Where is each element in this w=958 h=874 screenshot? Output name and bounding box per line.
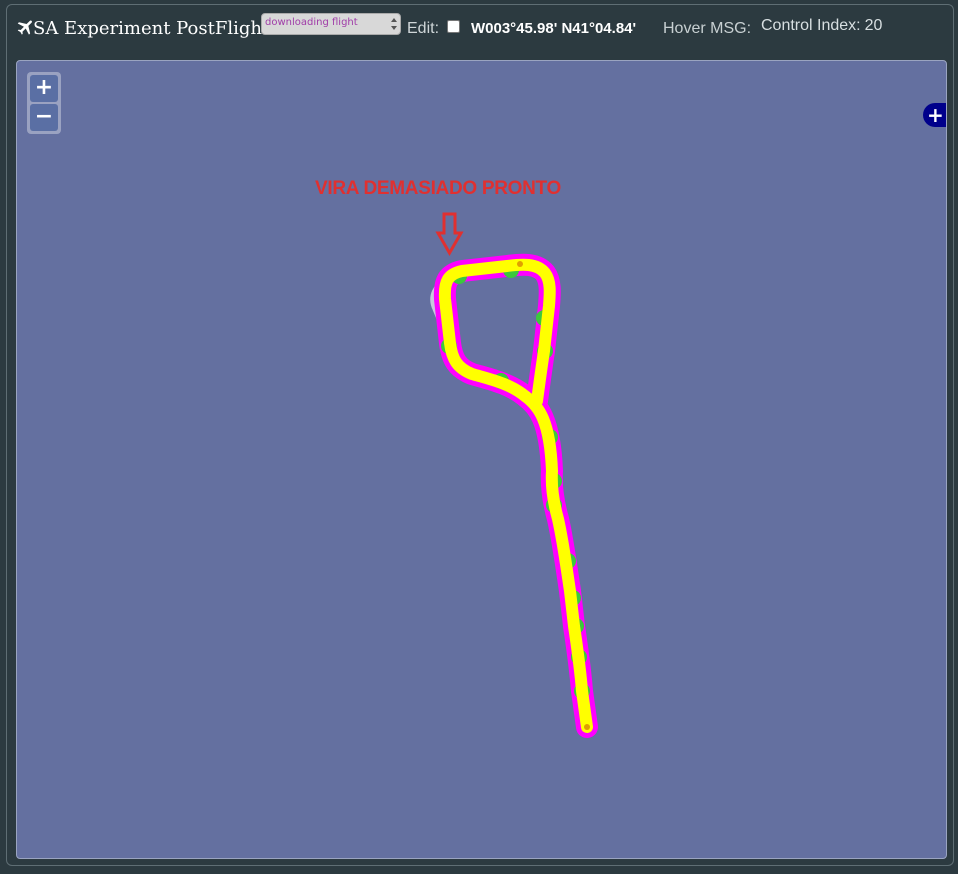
app-window: SA Experiment PostFlight downloading fli… — [6, 4, 954, 866]
control-index-value: 20 — [864, 17, 883, 34]
zoom-out-button[interactable]: − — [30, 104, 58, 131]
track-end-marker — [584, 724, 590, 730]
flight-select-value: downloading flight — [265, 17, 358, 28]
zoom-control: + − — [27, 72, 61, 134]
track-outline — [433, 253, 598, 738]
layer-switcher-button[interactable]: + — [923, 103, 946, 127]
track-start-marker — [517, 261, 523, 267]
coordinates-readout: W003°45.98' N41°04.84' — [471, 20, 637, 37]
header-bar: SA Experiment PostFlight downloading fli… — [7, 5, 953, 55]
edit-checkbox[interactable] — [447, 20, 460, 33]
zoom-in-button[interactable]: + — [30, 75, 58, 102]
app-title: SA Experiment PostFlight — [33, 18, 270, 39]
edit-label: Edit: — [407, 20, 440, 37]
spinner-arrows-icon — [391, 18, 397, 30]
map-annotation: VIRA DEMASIADO PRONTO — [315, 178, 561, 199]
map-view[interactable]: VIRA DEMASIADO PRONTO + − + — [16, 60, 947, 859]
flight-select[interactable]: downloading flight — [261, 13, 401, 35]
control-index-label: Control Index: — [761, 17, 861, 34]
control-index: Control Index: 20 — [761, 16, 882, 36]
hover-msg-label: Hover MSG: — [663, 20, 752, 37]
flown-track — [438, 258, 593, 733]
annotation-arrow-icon — [435, 212, 464, 257]
